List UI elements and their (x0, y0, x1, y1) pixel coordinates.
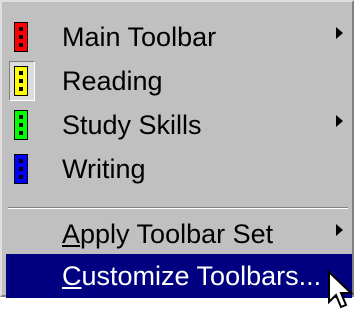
menu-item-label: Main Toolbar (62, 22, 217, 52)
menu-item-study-skills[interactable]: Study Skills (6, 103, 352, 147)
menu-item-main-toolbar[interactable]: Main Toolbar (6, 15, 352, 59)
submenu-arrow-icon (336, 224, 343, 236)
green-toolbar-icon (14, 110, 28, 140)
yellow-toolbar-icon (14, 66, 28, 96)
blue-toolbar-icon (14, 154, 28, 184)
submenu-arrow-icon (336, 27, 343, 39)
mouse-cursor-icon (328, 270, 354, 309)
red-toolbar-icon (14, 22, 28, 52)
menu-item-label: Apply Toolbar Set (62, 217, 273, 251)
menu-item-apply-toolbar-set[interactable]: Apply Toolbar Set (6, 212, 352, 256)
menu-item-writing[interactable]: Writing (6, 147, 352, 191)
menu-item-label: Customize Toolbars... (62, 259, 321, 293)
toolbars-context-menu: Main Toolbar Reading Study Skills Writin… (0, 0, 354, 298)
menu-item-label: Reading (62, 66, 163, 96)
page: Main Toolbar Reading Study Skills Writin… (0, 0, 356, 315)
menu-item-label: Writing (62, 154, 146, 184)
menu-item-customize-toolbars[interactable]: Customize Toolbars... (6, 254, 352, 298)
label-rest: ustomize Toolbars... (81, 261, 322, 291)
menu-item-reading[interactable]: Reading (6, 59, 352, 103)
mnemonic-letter: C (62, 261, 82, 291)
menu-item-label: Study Skills (62, 110, 202, 140)
menu-separator (8, 207, 348, 209)
label-rest: pply Toolbar Set (80, 219, 274, 249)
submenu-arrow-icon (336, 115, 343, 127)
mnemonic-letter: A (62, 219, 81, 249)
